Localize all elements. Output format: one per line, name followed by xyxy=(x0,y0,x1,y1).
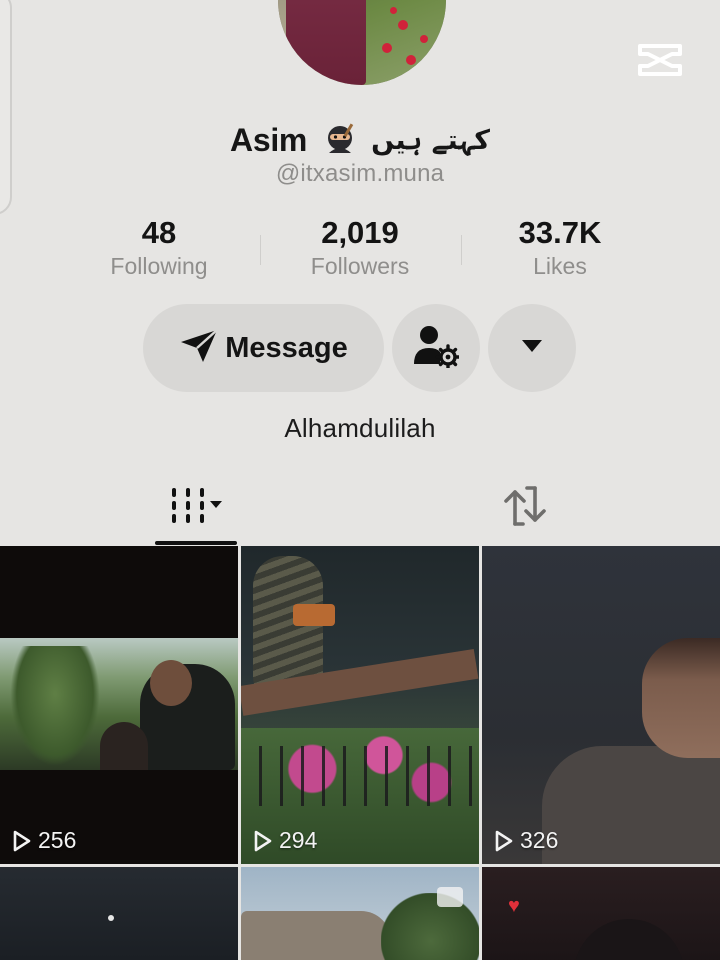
profile-name: Asim xyxy=(230,121,308,158)
stat-label: Followers xyxy=(310,253,410,279)
thumb-building xyxy=(241,911,391,960)
view-count-label: 326 xyxy=(520,827,559,853)
user-settings-icon xyxy=(413,324,461,373)
avatar-bg-right xyxy=(363,0,446,85)
avatar-rose xyxy=(390,7,397,14)
avatar-rose xyxy=(420,35,428,43)
caret-down-icon xyxy=(521,339,543,358)
paper-plane-icon xyxy=(179,328,219,369)
thumb-face xyxy=(642,638,720,758)
view-count-label: 294 xyxy=(279,827,318,853)
video-thumbnail[interactable]: 294 xyxy=(241,546,479,864)
video-thumbnail[interactable] xyxy=(241,867,479,960)
avatar-rose xyxy=(382,43,392,53)
avatar[interactable] xyxy=(278,0,446,85)
thumb-tree xyxy=(10,646,100,766)
avatar-person xyxy=(286,0,366,85)
play-icon xyxy=(13,830,31,851)
video-thumbnail[interactable] xyxy=(0,867,238,960)
thumb-light xyxy=(293,604,335,626)
tab-videos[interactable] xyxy=(155,470,237,546)
view-count-label: 256 xyxy=(38,827,77,853)
more-options-button[interactable] xyxy=(488,304,576,392)
profile-screen: Asim کہتے ہیں @itxasim.muna 48 Following… xyxy=(0,0,720,960)
ninja-emoji-icon xyxy=(323,123,357,157)
play-icon xyxy=(254,830,272,851)
avatar-rose xyxy=(398,20,408,30)
stat-label: Likes xyxy=(533,253,587,279)
view-count: 294 xyxy=(253,827,317,854)
video-thumbnail[interactable]: 326 xyxy=(482,546,720,864)
message-button[interactable]: Message xyxy=(143,304,384,392)
active-tab-indicator xyxy=(155,541,237,545)
stat-divider xyxy=(461,235,462,265)
play-icon xyxy=(495,830,513,851)
thumb-scene xyxy=(0,867,238,960)
stat-value: 2,019 xyxy=(321,215,399,250)
thumb-person xyxy=(542,746,720,864)
thumb-fence xyxy=(241,746,479,806)
stat-likes[interactable]: 33.7K Likes xyxy=(470,213,650,281)
repost-icon xyxy=(501,484,549,533)
thumb-light xyxy=(437,887,463,907)
stat-value: 33.7K xyxy=(518,215,602,250)
tab-reposts[interactable] xyxy=(480,470,570,546)
view-count: 326 xyxy=(494,827,558,854)
video-thumbnail[interactable]: 256 xyxy=(0,546,238,864)
stat-divider xyxy=(260,235,261,265)
avatar-rose xyxy=(406,55,416,65)
content-tabs xyxy=(0,470,720,546)
friend-settings-button[interactable] xyxy=(392,304,480,392)
thumb-light xyxy=(108,915,114,921)
profile-name-row: Asim کہتے ہیں xyxy=(0,120,720,160)
profile-bio: Alhamdulilah xyxy=(284,413,436,443)
stat-following[interactable]: 48 Following xyxy=(69,213,249,281)
view-count: 256 xyxy=(12,827,76,854)
stats-row: 48 Following 2,019 Followers 33.7K Likes xyxy=(0,213,720,293)
stat-followers[interactable]: 2,019 Followers xyxy=(270,213,450,281)
thumb-face xyxy=(150,660,192,706)
profile-actions: Message xyxy=(0,304,720,392)
profile-handle[interactable]: @itxasim.muna xyxy=(0,160,720,188)
profile-name-urdu: کہتے ہیں xyxy=(371,124,490,156)
message-label: Message xyxy=(225,331,348,364)
heart-icon: ♥ xyxy=(508,895,520,917)
capcut-logo-icon xyxy=(636,40,684,80)
thumb-person xyxy=(100,722,148,770)
thumb-tree xyxy=(381,893,479,960)
video-thumbnail[interactable]: ♥ xyxy=(482,867,720,960)
stat-label: Following xyxy=(110,253,208,279)
grid-columns-icon xyxy=(166,486,226,531)
stat-value: 48 xyxy=(141,215,177,250)
